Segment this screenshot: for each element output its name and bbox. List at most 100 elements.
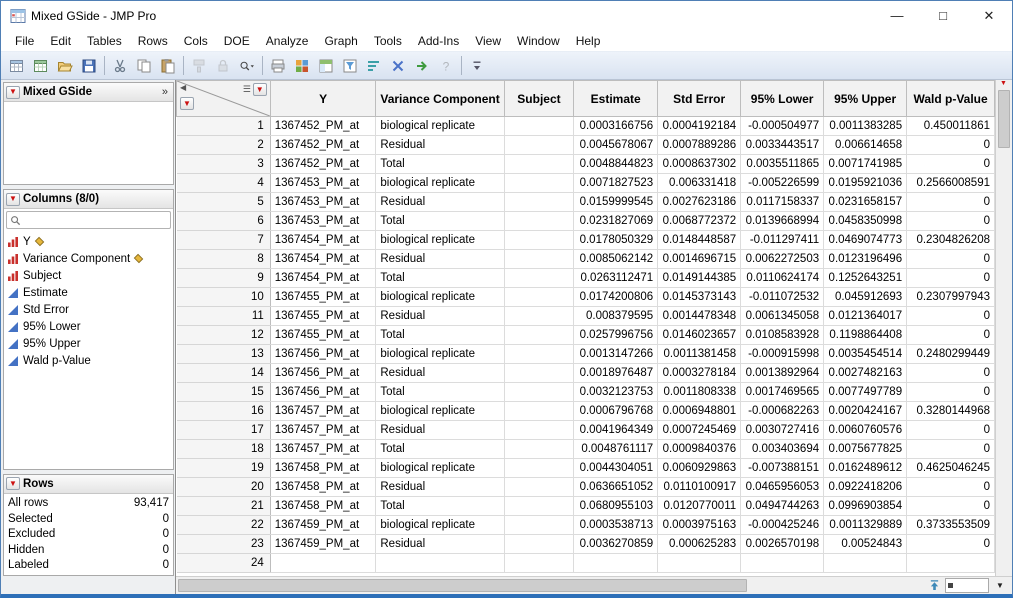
- cell[interactable]: biological replicate: [376, 174, 504, 193]
- cell[interactable]: 0.0195921036: [824, 174, 907, 193]
- cell[interactable]: 0.0117158337: [741, 193, 824, 212]
- cell[interactable]: 0.0145373143: [658, 288, 741, 307]
- cell[interactable]: 0.2480299449: [907, 345, 995, 364]
- column-header-95-upper[interactable]: 95% Upper: [824, 81, 907, 117]
- cell[interactable]: biological replicate: [376, 345, 504, 364]
- cell[interactable]: 0.0149144385: [658, 269, 741, 288]
- cell[interactable]: 0: [907, 136, 995, 155]
- cell[interactable]: 1367454_PM_at: [270, 269, 376, 288]
- cell[interactable]: Total: [376, 440, 504, 459]
- cell[interactable]: Residual: [376, 478, 504, 497]
- row-number[interactable]: 23: [177, 535, 271, 554]
- cell[interactable]: 0.0035454514: [824, 345, 907, 364]
- cell[interactable]: 0.0008637302: [658, 155, 741, 174]
- cell[interactable]: 0.0110624174: [741, 269, 824, 288]
- column-item-subject[interactable]: Subject: [4, 267, 173, 284]
- format-brush-icon[interactable]: [187, 54, 211, 77]
- rows-panel-red-triangle-button[interactable]: ▼: [6, 477, 20, 490]
- cell[interactable]: -0.007388151: [741, 459, 824, 478]
- column-item-wald-p-value[interactable]: Wald p-Value: [4, 352, 173, 369]
- cell[interactable]: 0.3280144968: [907, 402, 995, 421]
- cell[interactable]: 0: [907, 250, 995, 269]
- cell[interactable]: 0.0014696715: [658, 250, 741, 269]
- menu-help[interactable]: Help: [568, 32, 609, 50]
- cell[interactable]: 1367455_PM_at: [270, 288, 376, 307]
- cell[interactable]: biological replicate: [376, 117, 504, 136]
- cell[interactable]: 0.008379595: [574, 307, 658, 326]
- cell[interactable]: 0.0003975163: [658, 516, 741, 535]
- menu-edit[interactable]: Edit: [42, 32, 79, 50]
- cell[interactable]: -0.000425246: [741, 516, 824, 535]
- column-item-std-error[interactable]: Std Error: [4, 301, 173, 318]
- cell[interactable]: 0.0030727416: [741, 421, 824, 440]
- cell[interactable]: 0.0148448587: [658, 231, 741, 250]
- columns-search-input[interactable]: [21, 213, 167, 227]
- cell[interactable]: [907, 554, 995, 573]
- cell[interactable]: 0.0465956053: [741, 478, 824, 497]
- cell[interactable]: 0.0257996756: [574, 326, 658, 345]
- cell[interactable]: 1367454_PM_at: [270, 250, 376, 269]
- row-number[interactable]: 17: [177, 421, 271, 440]
- row-number[interactable]: 16: [177, 402, 271, 421]
- row-number[interactable]: 21: [177, 497, 271, 516]
- cell[interactable]: -0.000682263: [741, 402, 824, 421]
- cell[interactable]: 1367453_PM_at: [270, 212, 376, 231]
- cell[interactable]: Total: [376, 155, 504, 174]
- row-number[interactable]: 24: [177, 554, 271, 573]
- cell[interactable]: 0.0146023657: [658, 326, 741, 345]
- cell[interactable]: 0.0032123753: [574, 383, 658, 402]
- cell[interactable]: Residual: [376, 364, 504, 383]
- cell[interactable]: biological replicate: [376, 459, 504, 478]
- cell[interactable]: 0.0110100917: [658, 478, 741, 497]
- cell[interactable]: 0.000625283: [658, 535, 741, 554]
- rows-stat-selected[interactable]: Selected0: [4, 511, 173, 527]
- menu-tools[interactable]: Tools: [366, 32, 410, 50]
- cell[interactable]: Total: [376, 497, 504, 516]
- cell[interactable]: 0.0636651052: [574, 478, 658, 497]
- cell[interactable]: [504, 250, 573, 269]
- cell[interactable]: 1367455_PM_at: [270, 307, 376, 326]
- cell[interactable]: [504, 478, 573, 497]
- rows-stat-hidden[interactable]: Hidden0: [4, 542, 173, 558]
- cell[interactable]: [504, 364, 573, 383]
- cell[interactable]: [504, 117, 573, 136]
- row-number[interactable]: 18: [177, 440, 271, 459]
- cell[interactable]: 0.0263112471: [574, 269, 658, 288]
- cell[interactable]: 0.0027482163: [824, 364, 907, 383]
- cell[interactable]: 0.2566008591: [907, 174, 995, 193]
- cell[interactable]: 0.003403694: [741, 440, 824, 459]
- cell[interactable]: 0: [907, 535, 995, 554]
- cell[interactable]: 0: [907, 364, 995, 383]
- run-script-icon[interactable]: [410, 54, 434, 77]
- horizontal-scrollbar[interactable]: [176, 577, 922, 594]
- cell[interactable]: 0.0062272503: [741, 250, 824, 269]
- cell[interactable]: 0.0027623186: [658, 193, 741, 212]
- row-number[interactable]: 6: [177, 212, 271, 231]
- vertical-scrollbar[interactable]: ▼: [995, 80, 1012, 576]
- cell[interactable]: biological replicate: [376, 402, 504, 421]
- column-header-variance-component[interactable]: Variance Component: [376, 81, 504, 117]
- row-number[interactable]: 8: [177, 250, 271, 269]
- cell[interactable]: 0.0011381458: [658, 345, 741, 364]
- row-number[interactable]: 20: [177, 478, 271, 497]
- column-header-y[interactable]: Y: [270, 81, 376, 117]
- row-number[interactable]: 4: [177, 174, 271, 193]
- cell[interactable]: -0.000915998: [741, 345, 824, 364]
- row-number[interactable]: 22: [177, 516, 271, 535]
- cell[interactable]: 0: [907, 193, 995, 212]
- vertical-scroll-thumb[interactable]: [998, 90, 1010, 148]
- cell[interactable]: [376, 554, 504, 573]
- cell[interactable]: 0.0071741985: [824, 155, 907, 174]
- copy-icon[interactable]: [132, 54, 156, 77]
- row-number[interactable]: 3: [177, 155, 271, 174]
- column-item-95-upper[interactable]: 95% Upper: [4, 335, 173, 352]
- cell[interactable]: 1367458_PM_at: [270, 478, 376, 497]
- row-number[interactable]: 9: [177, 269, 271, 288]
- row-number[interactable]: 2: [177, 136, 271, 155]
- cell[interactable]: 0: [907, 212, 995, 231]
- cell[interactable]: 0.0003166756: [574, 117, 658, 136]
- cell[interactable]: Total: [376, 269, 504, 288]
- horizontal-scroll-thumb[interactable]: [178, 579, 747, 592]
- cell[interactable]: 0.0159999545: [574, 193, 658, 212]
- cell[interactable]: 0: [907, 269, 995, 288]
